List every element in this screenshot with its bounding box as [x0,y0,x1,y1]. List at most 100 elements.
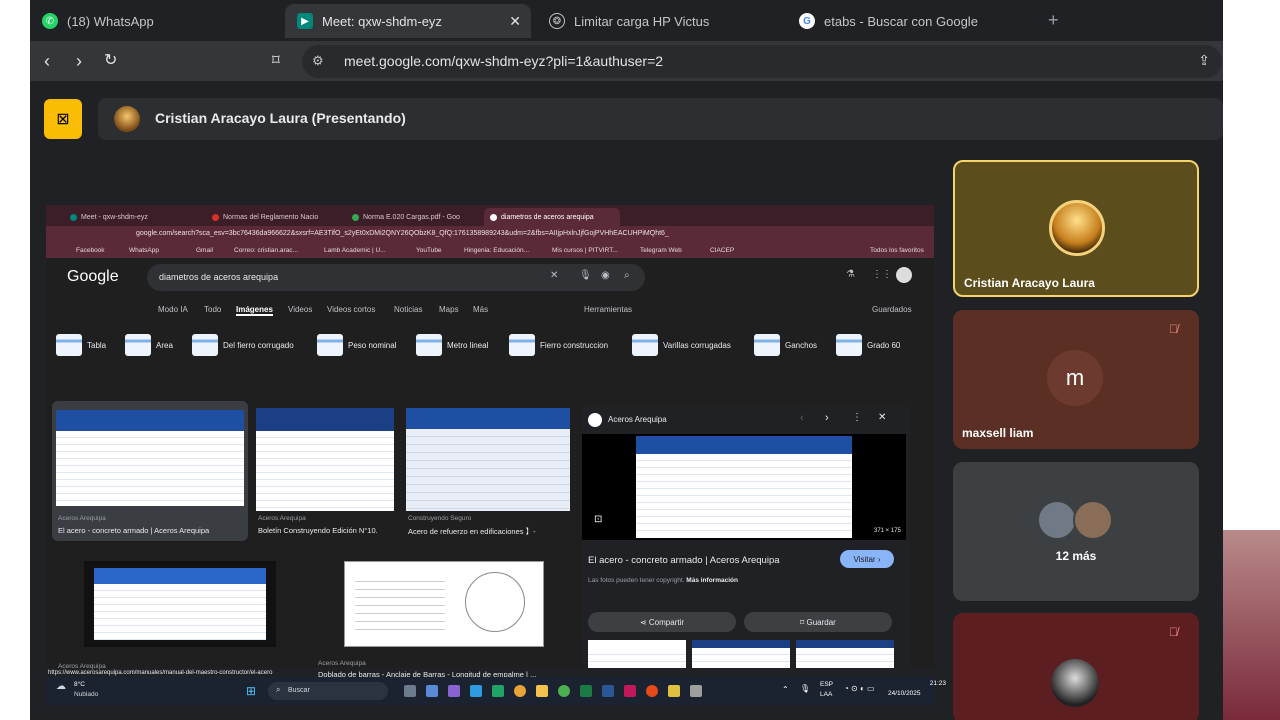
new-tab-icon[interactable]: + [1048,10,1059,31]
google-icon: G [799,13,815,29]
result-image-table [94,568,266,640]
shared-tab-strip: Meet - qxw-shdm-eyz Normas del Reglament… [46,205,934,226]
address-bar[interactable]: ⚙ meet.google.com/qxw-shdm-eyz?pli=1&aut… [302,45,1222,78]
share-button: ⋖ Compartir [588,612,736,632]
tab-strip: ✆ (18) WhatsApp ▶ Meet: qxw-shdm-eyz ✕ ❂… [30,0,1223,41]
url-text: meet.google.com/qxw-shdm-eyz?pli=1&authu… [344,53,664,69]
clock-time: 21:23 [929,680,946,687]
shared-tab: Meet - qxw-shdm-eyz [64,208,184,226]
prev-icon: ‹ [800,412,804,424]
save-button: ⌑ Guardar [744,612,892,632]
taskbar-icon [448,685,460,697]
whatsapp-icon: ✆ [42,13,58,29]
close-icon: ✕ [878,412,887,423]
result-title: Acero de refuerzo en edificaciones 】- [408,527,536,536]
forward-icon[interactable]: › [76,51,82,71]
result-image [56,410,244,506]
visit-button: Visitar › [840,550,894,568]
participant-tile[interactable]: Cristian Aracayo Laura [953,160,1199,297]
result-image [256,408,394,511]
tab-label: etabs - Buscar con Google [824,13,978,29]
presenter-label: Cristian Aracayo Laura (Presentando) [155,110,406,126]
taskbar-search: ⌕ Buscar [268,682,388,700]
avatar [896,267,912,283]
chip: Grado 60 [836,334,900,356]
participant-name: Cristian Aracayo Laura [964,276,1095,290]
weather-temp: 8°C [74,681,85,688]
tab-label: Limitar carga HP Victus [574,13,710,29]
shared-toolbar: google.com/search?sca_esv=3bc76436da9666… [46,226,934,244]
app-icon [624,685,636,697]
more-participants-tile[interactable]: 12 más [953,462,1199,601]
openai-icon: ❂ [549,13,565,29]
labs-icon: ⚗ [846,269,855,280]
browser-toolbar: ‹ › ↻ ⌑ ⚙ meet.google.com/qxw-shdm-eyz?p… [30,41,1223,81]
share-icon[interactable]: ⇪ [1198,52,1210,69]
mic-icon: 🎙 [579,270,592,281]
lens-icon: ◉ [601,270,610,281]
query-text: diametros de aceros arequipa [159,272,279,282]
lens-icon: ⊡ [594,514,603,525]
tab-meet[interactable]: ▶ Meet: qxw-shdm-eyz ✕ [285,4,531,38]
network-icon: ◔ ⊙ ◐ ▭ [844,684,875,693]
more-icon: ⋮ [852,412,862,423]
result-image [406,408,570,511]
participant-tile[interactable]: 🎙̸ m maxsell liam [953,310,1199,449]
result-source: Construyendo Seguro [408,515,472,522]
screen-edge-left [0,0,30,720]
search-icon: ⌕ [276,685,281,694]
mic-icon: 🎙 [800,684,811,693]
clear-icon: ✕ [550,270,559,281]
avatar [1073,500,1113,540]
shared-screen: Meet - qxw-shdm-eyz Normas del Reglament… [46,205,946,705]
windows-start-icon: ⊞ [246,684,257,698]
language: ESP [820,681,834,688]
participant-tile[interactable]: 🎙̸ [953,613,1199,720]
avatar [1051,659,1099,707]
tab-label: (18) WhatsApp [67,13,154,29]
chrome-icon [558,685,570,697]
preview-title: El acero - concreto armado | Aceros Areq… [588,555,780,566]
bookmark-icon[interactable]: ⌑ [272,51,280,71]
folder-icon [536,685,548,697]
avatar [114,106,140,132]
chip: Peso nominal [317,334,396,356]
reload-icon[interactable]: ↻ [104,51,117,71]
chrome-icon [514,685,526,697]
more-participants-count: 12 más [1055,549,1097,563]
apps-icon: ⋮⋮ [872,269,892,280]
back-icon[interactable]: ‹ [44,51,50,71]
result-source: Aceros Arequipa [258,515,306,522]
site-info-icon[interactable]: ⚙ [312,53,324,69]
mic-off-icon: 🎙̸ [1169,625,1178,639]
meet-icon: ▶ [297,13,313,29]
taskbar-icon [404,685,416,697]
preview-source: Aceros Arequipa [608,415,667,424]
language-layout: LAA [820,691,833,698]
google-results-page: Google diametros de aceros arequipa ✕ 🎙 … [46,258,934,679]
taskbar-icon [470,685,482,697]
search-icon: ⌕ [624,270,630,281]
chip: Fierro construccion [509,334,608,356]
app-icon [668,685,680,697]
result-title: Boletín Construyendo Edición N°10. [258,526,378,535]
source-logo [588,413,602,427]
tab-limitar[interactable]: ❂ Limitar carga HP Victus [537,4,785,38]
tab-etabs[interactable]: G etabs - Buscar con Google [787,4,1037,38]
result-title: El acero - concreto armado | Aceros Areq… [58,526,210,535]
cloud-icon: ☁ [56,681,66,692]
close-icon[interactable]: ✕ [509,13,521,30]
shared-tab: Normas del Reglamento Nacio [206,208,326,226]
next-icon: › [825,412,829,424]
result-image [344,561,544,647]
self-camera-view [1223,530,1280,720]
tab-whatsapp[interactable]: ✆ (18) WhatsApp [30,4,278,38]
tray-chevron-icon: ⌃ [782,685,789,694]
shared-tab-active: diametros de aceros arequipa [484,208,620,226]
app-icon [646,685,658,697]
image-preview-panel: Aceros Arequipa ‹ › ⋮ ✕ ⊡ 371 × 175 El a… [582,406,910,668]
word-icon [602,685,614,697]
browser-window: ✆ (18) WhatsApp ▶ Meet: qxw-shdm-eyz ✕ ❂… [30,0,1223,720]
stop-presenting-icon[interactable]: ⊠ [44,99,82,139]
windows-taskbar: ☁ 8°C Nublado ⊞ ⌕ Buscar ⌃ 🎙 ESP LAA ◔ ⊙… [46,677,946,705]
